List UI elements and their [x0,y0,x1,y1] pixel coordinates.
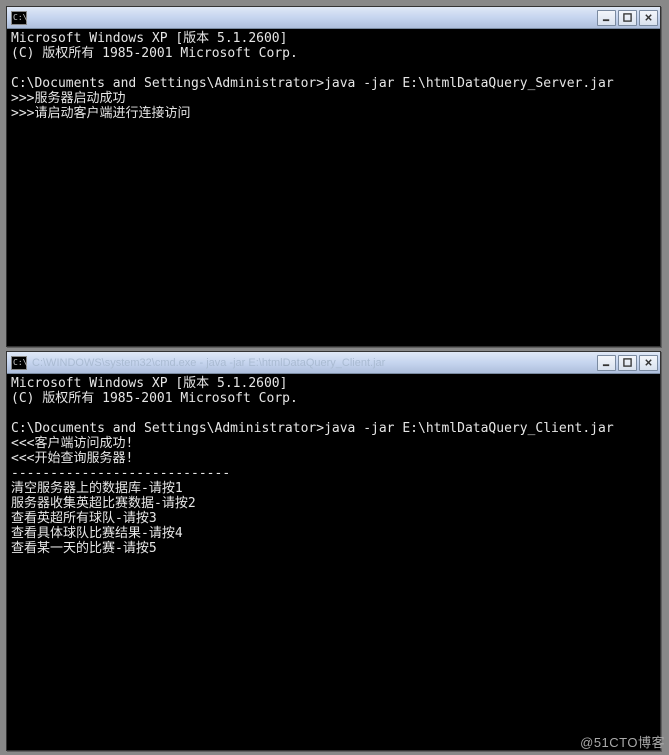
terminal-line: 服务器收集英超比赛数据-请按2 [11,496,656,511]
terminal-line [11,61,656,76]
terminal-line: 查看某一天的比赛-请按5 [11,541,656,556]
close-button[interactable] [639,355,658,371]
minimize-button[interactable] [597,10,616,26]
terminal-line: Microsoft Windows XP [版本 5.1.2600] [11,31,656,46]
terminal-output[interactable]: Microsoft Windows XP [版本 5.1.2600](C) 版权… [7,374,660,750]
titlebar[interactable]: C:\ [7,7,660,29]
maximize-button[interactable] [618,355,637,371]
terminal-line: >>>服务器启动成功 [11,91,656,106]
watermark: @51CTO博客 [580,732,665,751]
window-controls [597,355,658,371]
terminal-line: <<<客户端访问成功! [11,436,656,451]
terminal-line: C:\Documents and Settings\Administrator>… [11,76,656,91]
cmd-icon: C:\ [11,11,27,25]
terminal-line: 清空服务器上的数据库-请按1 [11,481,656,496]
window-controls [597,10,658,26]
close-button[interactable] [639,10,658,26]
terminal-line: Microsoft Windows XP [版本 5.1.2600] [11,376,656,391]
cmd-window-server: C:\ Microsoft Windows XP [版本 5.1.2600](C… [6,6,661,347]
terminal-line: (C) 版权所有 1985-2001 Microsoft Corp. [11,391,656,406]
terminal-line: (C) 版权所有 1985-2001 Microsoft Corp. [11,46,656,61]
terminal-line: 查看英超所有球队-请按3 [11,511,656,526]
window-title: C:\WINDOWS\system32\cmd.exe - java -jar … [32,357,597,369]
terminal-line: ---------------------------- [11,466,656,481]
cmd-icon: C:\ [11,356,27,370]
terminal-line: 查看具体球队比赛结果-请按4 [11,526,656,541]
terminal-line: C:\Documents and Settings\Administrator>… [11,421,656,436]
maximize-button[interactable] [618,10,637,26]
terminal-output[interactable]: Microsoft Windows XP [版本 5.1.2600](C) 版权… [7,29,660,346]
titlebar[interactable]: C:\ C:\WINDOWS\system32\cmd.exe - java -… [7,352,660,374]
terminal-line: >>>请启动客户端进行连接访问 [11,106,656,121]
cmd-window-client: C:\ C:\WINDOWS\system32\cmd.exe - java -… [6,351,661,751]
minimize-button[interactable] [597,355,616,371]
terminal-line [11,406,656,421]
terminal-line: <<<开始查询服务器! [11,451,656,466]
